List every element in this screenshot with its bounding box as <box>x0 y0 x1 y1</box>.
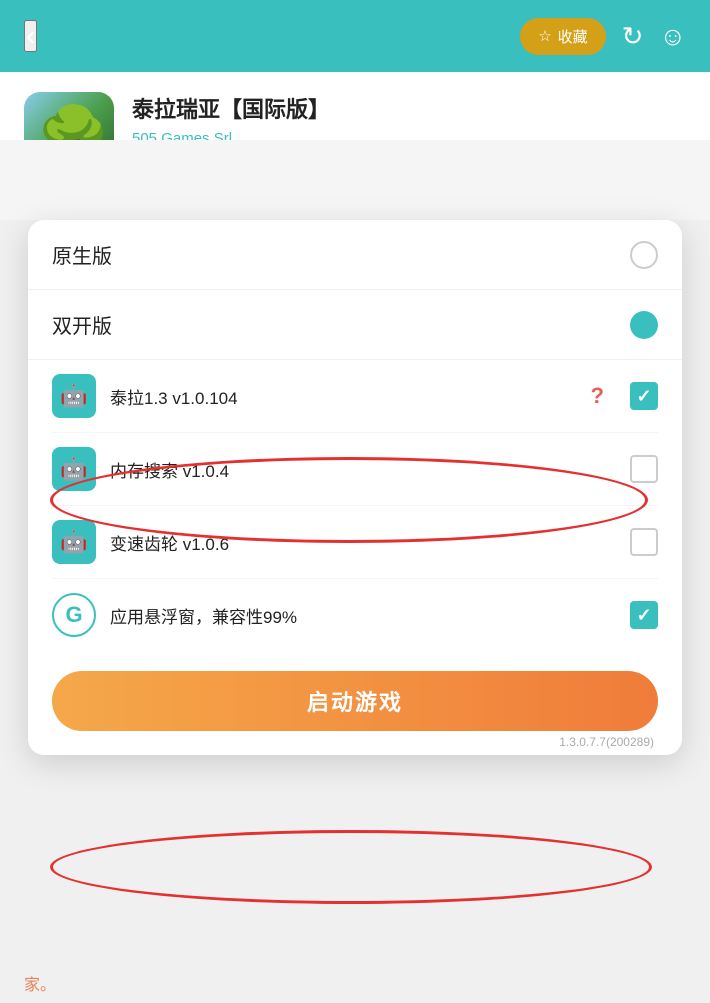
launch-button[interactable]: 启动游戏 <box>52 671 658 731</box>
sub-option-float[interactable]: G 应用悬浮窗，兼容性99% <box>52 579 658 651</box>
header: ‹ ☆ 收藏 ↻ ☺ <box>0 0 710 72</box>
speed-icon: 🤖 <box>52 520 96 564</box>
memory-icon: 🤖 <box>52 447 96 491</box>
speed-label: 变速齿轮 v1.0.6 <box>110 530 616 555</box>
android-icon-1: 🤖 <box>60 383 87 409</box>
float-checkbox[interactable] <box>630 601 658 629</box>
collect-label: 收藏 <box>558 26 588 47</box>
version-text: 1.3.0.7.7(200289) <box>559 735 654 749</box>
sub-option-memory[interactable]: 🤖 内存搜索 v1.0.4 <box>52 433 658 506</box>
speed-checkbox[interactable] <box>630 528 658 556</box>
footer: 家。 <box>24 971 56 995</box>
float-label: 应用悬浮窗，兼容性99% <box>110 603 616 628</box>
android-icon-3: 🤖 <box>60 529 87 555</box>
collect-button[interactable]: ☆ 收藏 <box>520 18 605 55</box>
footer-link: 家。 <box>24 977 56 994</box>
native-radio[interactable] <box>630 241 658 269</box>
dual-radio-selected[interactable] <box>630 311 658 339</box>
header-actions: ☆ 收藏 ↻ ☺ <box>520 18 686 55</box>
back-button[interactable]: ‹ <box>24 20 37 52</box>
question-icon[interactable]: ? <box>591 383 604 409</box>
option-native-row[interactable]: 原生版 <box>28 220 682 290</box>
modal-card: 原生版 双开版 🤖 泰拉1.3 v1.0.104 ? 🤖 内存搜索 v1.0.4 <box>28 220 682 755</box>
app-title: 泰拉瑞亚【国际版】 <box>132 92 686 124</box>
option-dual-label: 双开版 <box>52 310 112 339</box>
sub-option-speed[interactable]: 🤖 变速齿轮 v1.0.6 <box>52 506 658 579</box>
option-native-label: 原生版 <box>52 240 112 269</box>
sub-option-tara[interactable]: 🤖 泰拉1.3 v1.0.104 ? <box>52 360 658 433</box>
refresh-button[interactable]: ↻ <box>622 21 644 52</box>
option-dual-row[interactable]: 双开版 <box>28 290 682 360</box>
star-icon: ☆ <box>538 27 551 45</box>
sub-options: 🤖 泰拉1.3 v1.0.104 ? 🤖 内存搜索 v1.0.4 🤖 变速齿轮 … <box>28 360 682 651</box>
float-icon: G <box>52 593 96 637</box>
face-button[interactable]: ☺ <box>659 21 686 52</box>
tara-label: 泰拉1.3 v1.0.104 <box>110 384 577 409</box>
g-letter-icon: G <box>65 602 82 628</box>
android-icon-2: 🤖 <box>60 456 87 482</box>
highlight-oval-button <box>50 830 652 904</box>
memory-checkbox[interactable] <box>630 455 658 483</box>
bg-content <box>0 140 710 220</box>
tara-checkbox[interactable] <box>630 382 658 410</box>
memory-label: 内存搜索 v1.0.4 <box>110 457 616 482</box>
tara-icon: 🤖 <box>52 374 96 418</box>
